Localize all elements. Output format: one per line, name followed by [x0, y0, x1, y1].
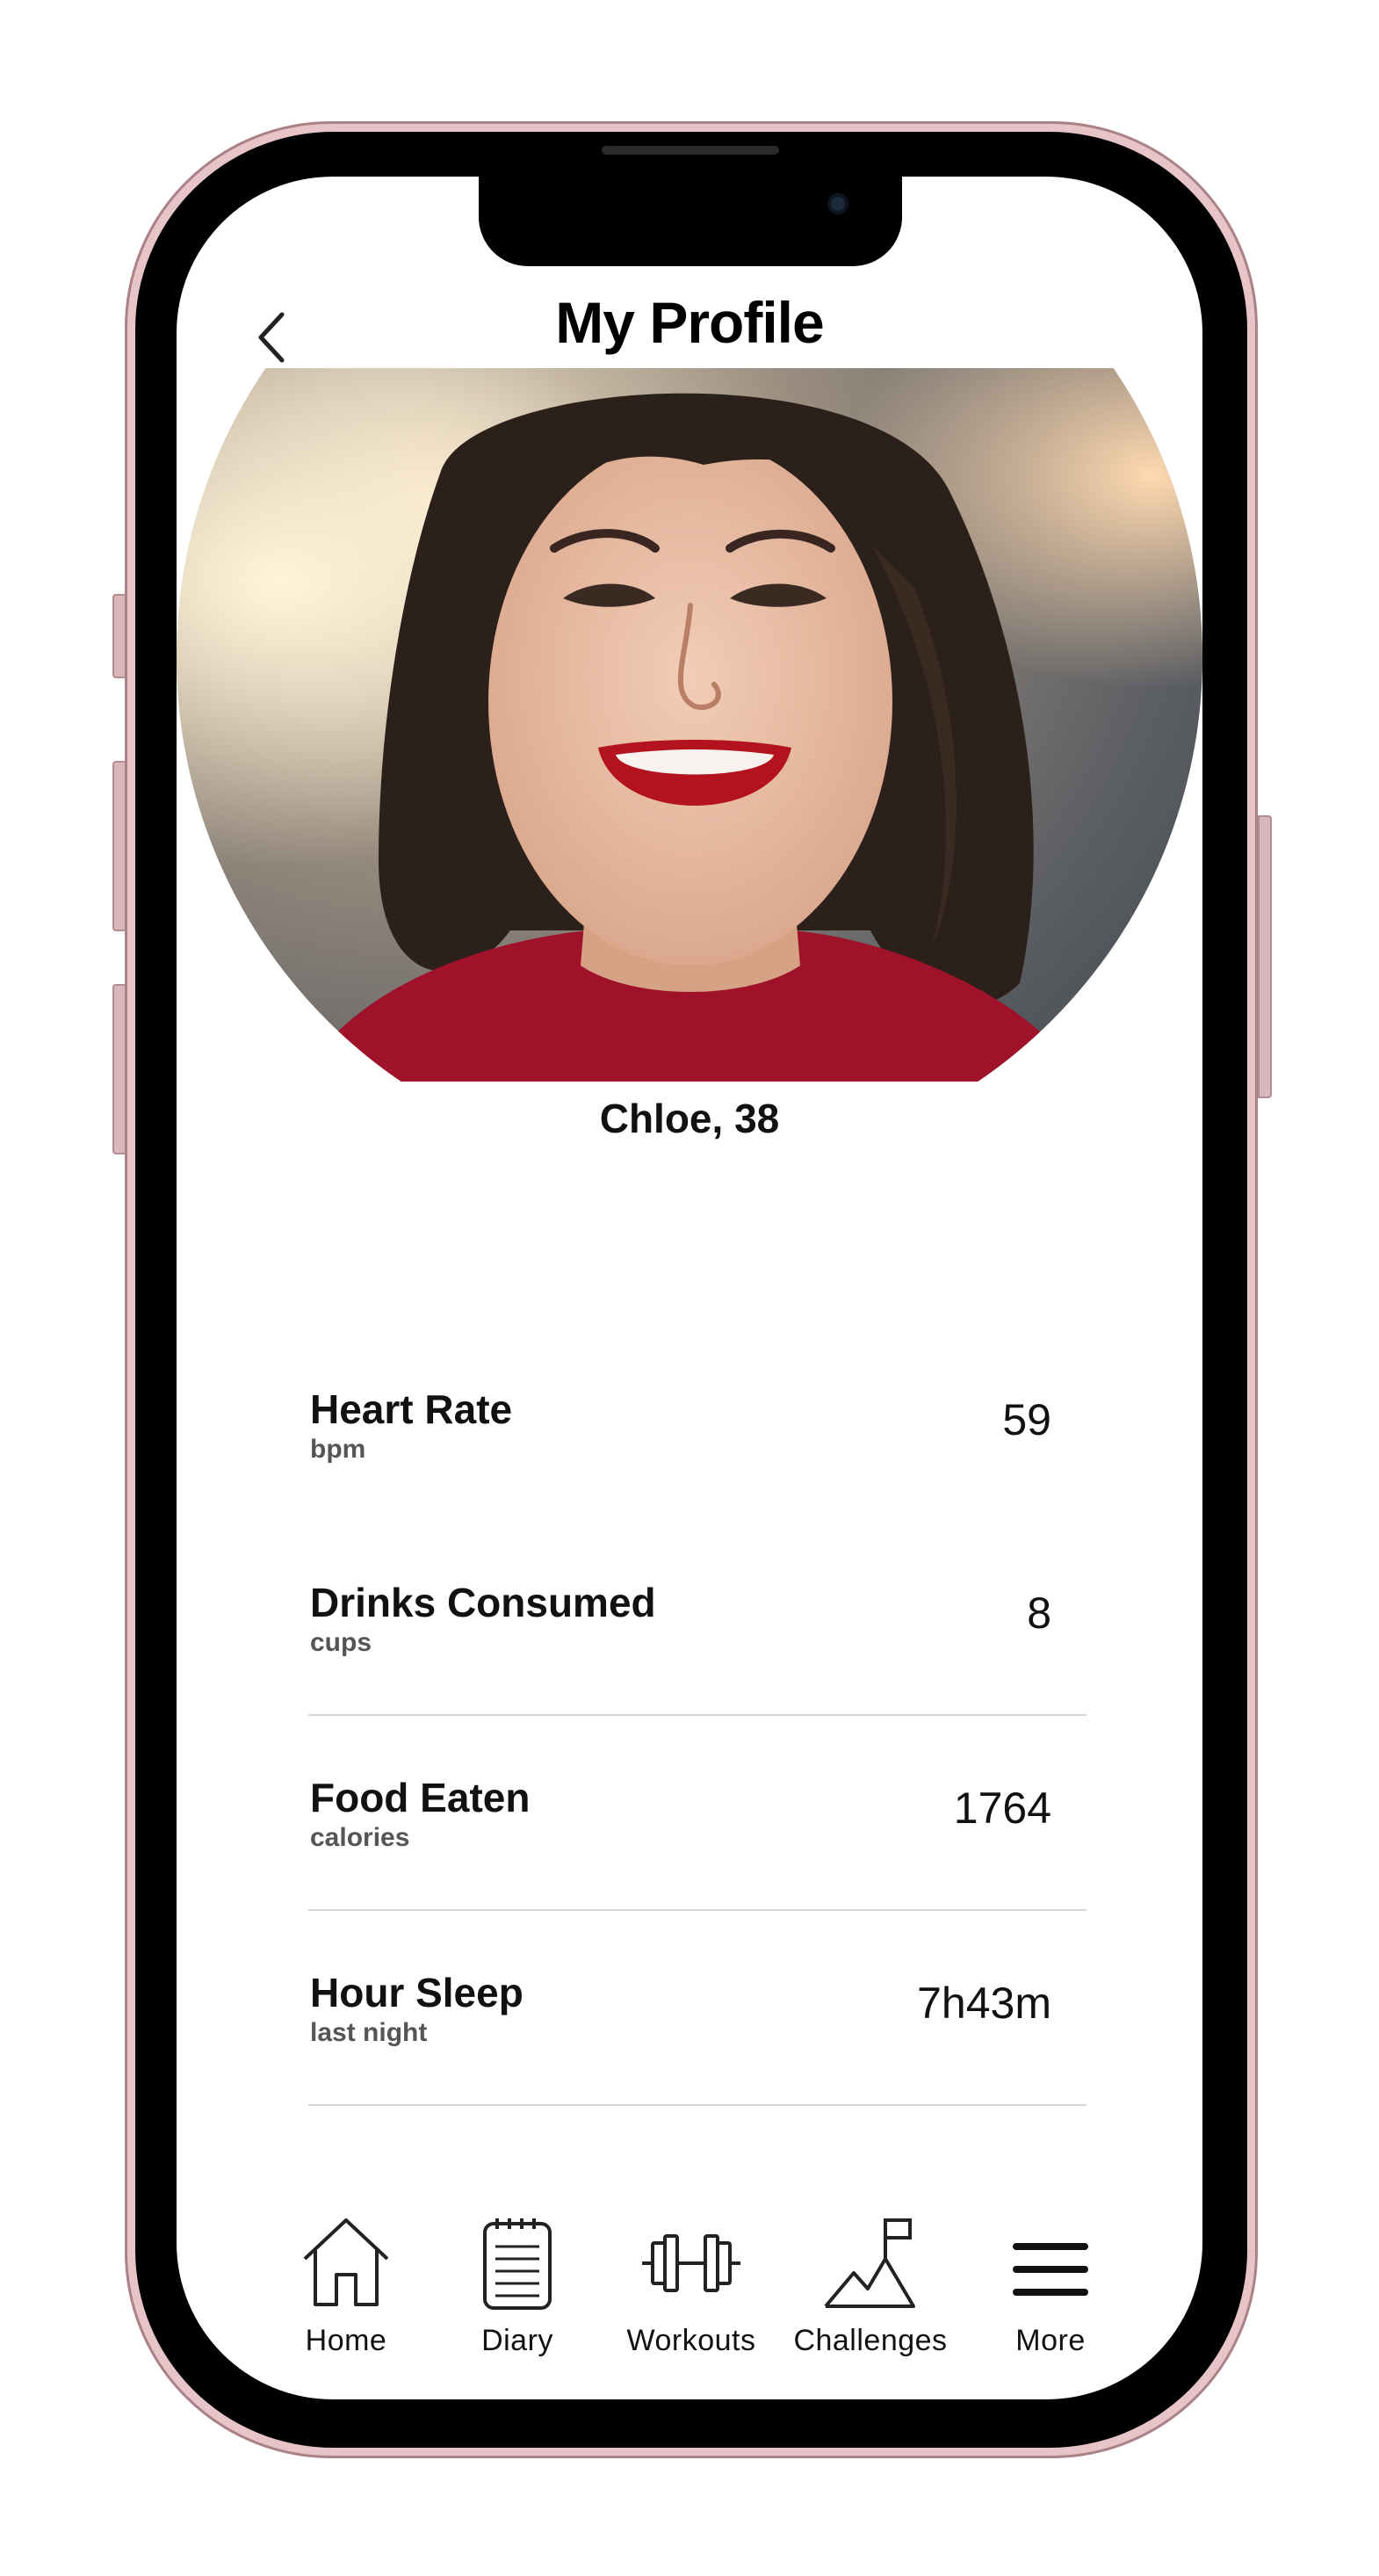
- notepad-icon: [483, 2218, 552, 2310]
- app-screen: My Profile Chloe, 38 Heart Rate bpm 59 D…: [177, 177, 1202, 2399]
- stat-row-sleep: Hour Sleep last night 7h43m: [308, 1911, 1087, 2106]
- menu-icon: [1013, 2243, 1088, 2296]
- home-icon: [303, 2218, 389, 2306]
- stat-title: Heart Rate: [310, 1386, 513, 1432]
- stat-value: 1764: [953, 1784, 1051, 1833]
- profile-name-age: Chloe, 38: [599, 1096, 780, 1141]
- stat-unit: last night: [310, 2018, 428, 2047]
- front-camera: [827, 193, 848, 214]
- power-button: [1258, 815, 1272, 1098]
- tab-challenges[interactable]: Challenges: [783, 2215, 958, 2382]
- stat-row-drinks: Drinks Consumed cups 8: [308, 1521, 1087, 1716]
- stat-title: Hour Sleep: [310, 1970, 523, 2015]
- page-title: My Profile: [555, 290, 824, 355]
- stat-unit: calories: [310, 1823, 410, 1852]
- stats-list: Heart Rate bpm 59 Drinks Consumed cups 8…: [308, 1328, 1087, 2106]
- stat-value: 59: [1002, 1395, 1051, 1444]
- stat-value: 8: [1027, 1588, 1051, 1638]
- tab-workouts[interactable]: Workouts: [603, 2215, 779, 2382]
- mountain-flag-icon: [824, 2218, 915, 2308]
- stat-row-heart-rate: Heart Rate bpm 59: [308, 1328, 1087, 1521]
- tab-label: Workouts: [626, 2324, 756, 2357]
- stat-row-food: Food Eaten calories 1764: [308, 1716, 1087, 1911]
- portrait-illustration: [177, 368, 1202, 1082]
- stat-title: Food Eaten: [310, 1775, 531, 1820]
- tab-diary[interactable]: Diary: [430, 2215, 605, 2382]
- tab-more[interactable]: More: [963, 2215, 1138, 2382]
- tab-label: More: [1015, 2324, 1086, 2357]
- stat-title: Drinks Consumed: [310, 1580, 656, 1625]
- dumbbell-icon: [642, 2234, 740, 2292]
- stat-value: 7h43m: [917, 1979, 1051, 2028]
- profile-photo: [177, 368, 1202, 1082]
- tab-home[interactable]: Home: [258, 2215, 434, 2382]
- tab-label: Home: [305, 2324, 387, 2357]
- tab-label: Challenges: [793, 2324, 948, 2357]
- earpiece-speaker: [602, 146, 779, 155]
- camera-notch: [479, 177, 902, 266]
- stat-unit: bpm: [310, 1435, 366, 1464]
- bottom-tab-bar: Home Diary Workouts Challenges More: [177, 2215, 1202, 2391]
- stat-unit: cups: [310, 1628, 372, 1657]
- tab-label: Diary: [481, 2324, 553, 2357]
